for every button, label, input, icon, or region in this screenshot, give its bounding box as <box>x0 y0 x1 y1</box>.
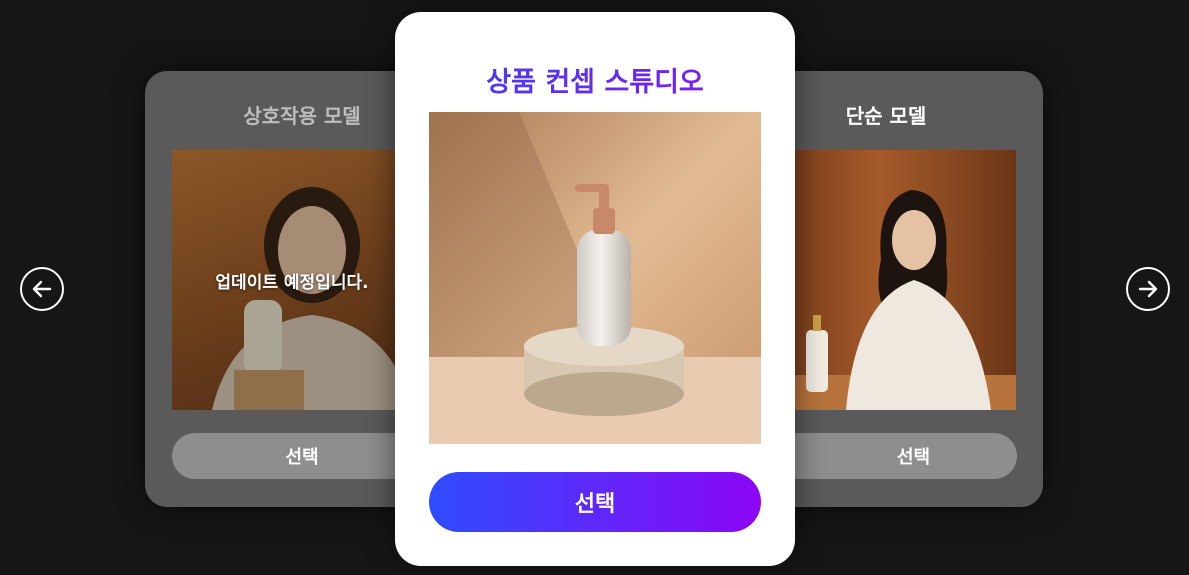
product-bottle-image <box>429 112 761 444</box>
right-card-select-label: 선택 <box>896 447 931 468</box>
left-card-select-button[interactable]: 선택 <box>172 433 432 479</box>
arrow-right-icon <box>1138 280 1158 298</box>
center-card-image <box>429 112 761 444</box>
next-button[interactable] <box>1126 267 1170 311</box>
right-card-title: 단순 모델 <box>845 104 927 128</box>
center-card: 상품 컨셉 스튜디오 선택 <box>395 12 795 566</box>
coming-soon-notice: 업데이트 예정입니다. <box>215 273 369 293</box>
left-card-title: 상호작용 모델 <box>243 104 361 128</box>
model-woman-image <box>786 190 1016 410</box>
prev-button[interactable] <box>20 267 64 311</box>
right-card-select-button[interactable]: 선택 <box>760 433 1017 479</box>
arrow-left-icon <box>32 280 52 298</box>
center-card-select-button[interactable]: 선택 <box>429 472 761 532</box>
left-card-image: 업데이트 예정입니다. <box>172 150 412 410</box>
center-card-title: 상품 컨셉 스튜디오 <box>395 60 795 99</box>
right-card-image <box>786 150 1016 410</box>
